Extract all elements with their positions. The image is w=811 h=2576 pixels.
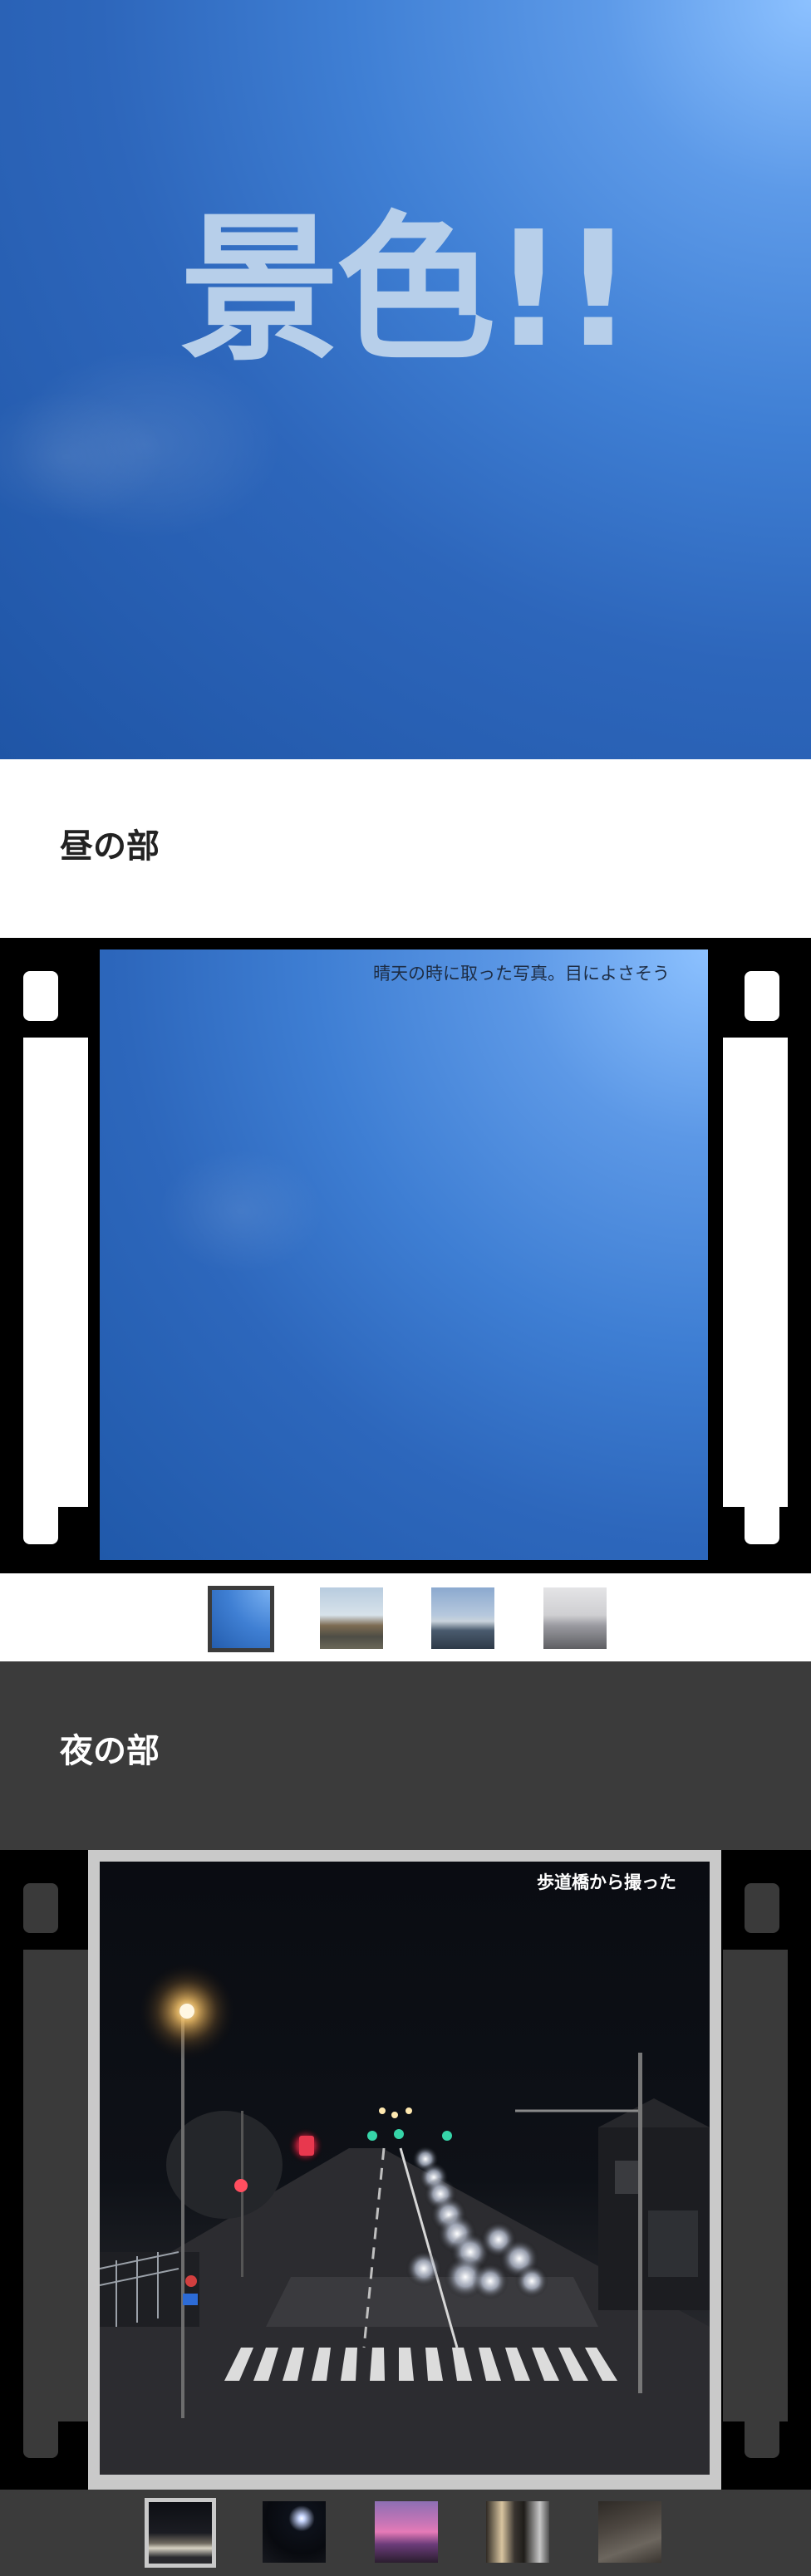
film-sprocket: [23, 1883, 58, 1933]
hero-banner: 景色!!: [0, 0, 811, 759]
photo-cloud: [158, 1149, 324, 1273]
thumbnail-river[interactable]: [320, 1587, 383, 1649]
night-photo-frame: 歩道橋から撮った: [88, 1850, 721, 2490]
film-sprocket: [23, 1494, 58, 1544]
film-side-panel: [723, 1950, 788, 2421]
film-side-panel: [723, 1038, 788, 1507]
thumbnail-fog[interactable]: [543, 1587, 607, 1649]
film-sprocket: [745, 1494, 779, 1544]
day-heading: 昼の部: [60, 827, 160, 866]
thumbnail-sunset[interactable]: [375, 2501, 438, 2563]
film-sprocket: [745, 1883, 779, 1933]
thumbnail-sky[interactable]: [208, 1586, 274, 1652]
night-heading: 夜の部: [60, 1732, 160, 1770]
film-sprocket: [23, 2408, 58, 2458]
day-photo-frame: 晴天の時に取った写真。目によさそう: [91, 938, 716, 1573]
night-street-scene: [100, 1961, 710, 2475]
hero-title: 景色!!: [179, 198, 634, 383]
day-photo-caption: 晴天の時に取った写真。目によさそう: [373, 964, 670, 984]
thumbnail-sea[interactable]: [431, 1587, 494, 1649]
thumbnail-tree[interactable]: [598, 2501, 661, 2563]
film-side-panel: [23, 1038, 88, 1507]
night-photo-caption: 歩道橋から撮った: [537, 1872, 676, 1892]
film-sprocket: [23, 971, 58, 1021]
day-section-header: 昼の部: [0, 759, 811, 938]
night-film-strip: 歩道橋から撮った: [0, 1850, 811, 2490]
night-main-photo[interactable]: 歩道橋から撮った: [100, 1862, 710, 2475]
day-main-photo[interactable]: 晴天の時に取った写真。目によさそう: [100, 949, 708, 1560]
day-thumbnail-bar: [0, 1573, 811, 1661]
film-sprocket: [745, 2408, 779, 2458]
thumbnail-street[interactable]: [145, 2498, 216, 2568]
thumbnail-moon[interactable]: [263, 2501, 326, 2563]
film-side-panel: [23, 1950, 88, 2421]
night-section-header: 夜の部: [0, 1661, 811, 1850]
film-sprocket: [745, 971, 779, 1021]
night-thumbnail-bar: [0, 2490, 811, 2576]
day-film-strip: 晴天の時に取った写真。目によさそう: [0, 938, 811, 1573]
thumbnail-alley[interactable]: [486, 2501, 549, 2563]
